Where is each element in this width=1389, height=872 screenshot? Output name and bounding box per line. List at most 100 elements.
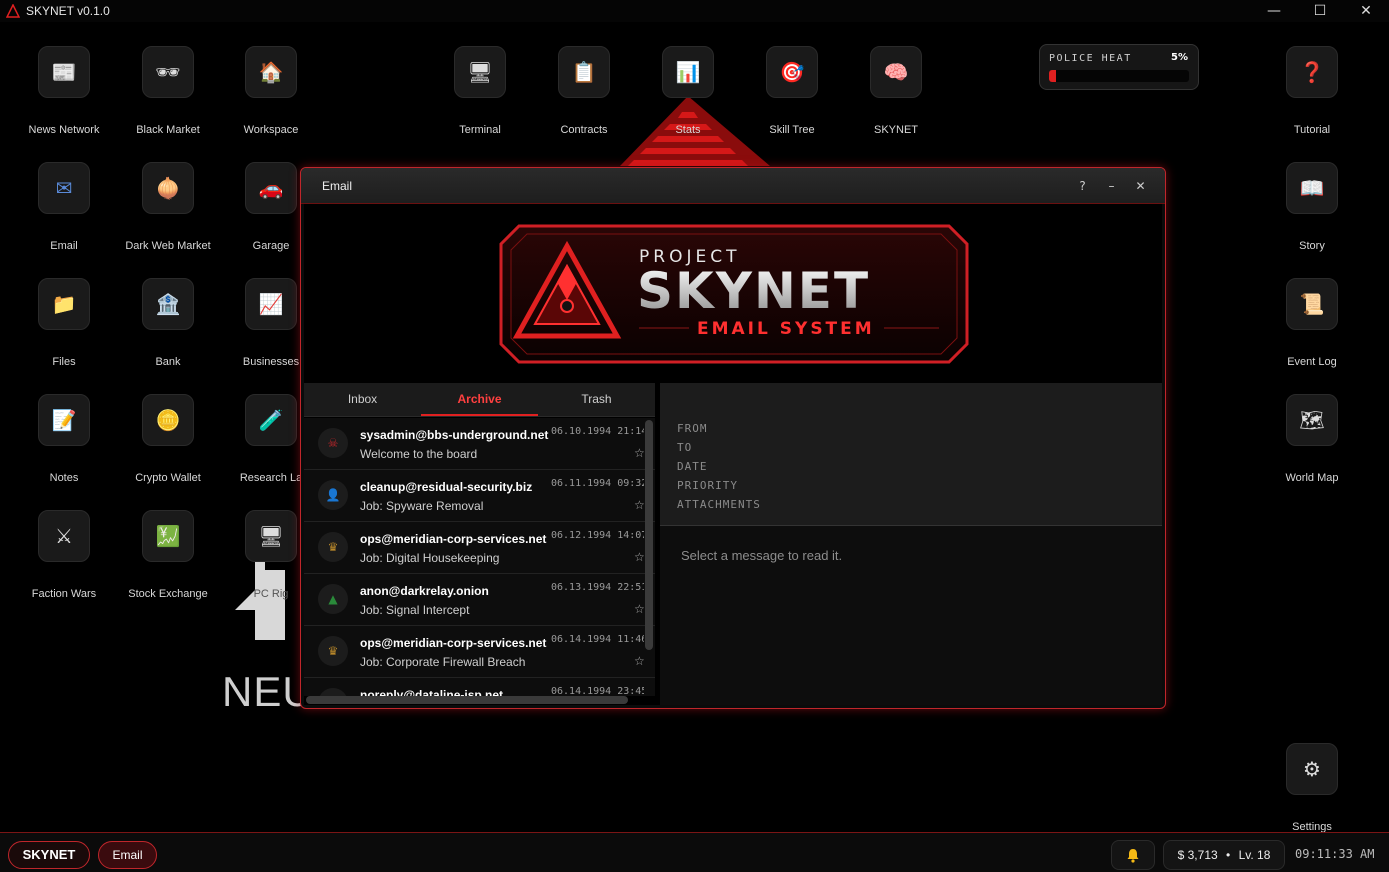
message-detail-pane: FROM TO DATE PRIORITY ATTACHMENTS Select… (660, 383, 1162, 705)
desktop-icon-settings[interactable]: ⚙ Settings (1262, 743, 1362, 833)
close-button[interactable]: ✕ (1343, 0, 1389, 22)
star-icon[interactable]: ☆ (634, 550, 645, 564)
message-list-vertical-scrollbar[interactable] (645, 420, 653, 650)
star-icon[interactable]: ☆ (634, 446, 645, 460)
chart-up-icon: 📈 (245, 278, 297, 330)
message-subject: Job: Digital Housekeeping (360, 551, 500, 565)
star-icon[interactable]: ☆ (634, 654, 645, 668)
desktop-icon-stock-exchange[interactable]: 💹 Stock Exchange (118, 510, 218, 600)
email-window-titlebar[interactable]: Email ? – ✕ (301, 168, 1165, 204)
coin-icon: 🪙 (142, 394, 194, 446)
police-heat-label: POLICE HEAT (1049, 53, 1132, 64)
test-tube-icon: 🧪 (245, 394, 297, 446)
police-heat-bar (1049, 70, 1189, 82)
maximize-button[interactable]: ☐ (1297, 0, 1343, 22)
balance-value: $ 3,713 (1177, 848, 1218, 862)
message-list-horizontal-scrollbar[interactable] (306, 696, 628, 704)
field-date-label: DATE (677, 460, 708, 473)
tab-trash[interactable]: Trash (538, 383, 655, 416)
house-icon: 🏠 (245, 46, 297, 98)
taskbar: SKYNET Email $ 3,713 • Lv. 18 09:11:33 A… (0, 832, 1389, 872)
bar-chart-icon: 📊 (662, 46, 714, 98)
message-row[interactable]: ♛ ops@meridian-corp-services.net Job: Digi… (304, 522, 655, 574)
desktop-icon-event-log[interactable]: 📜 Event Log (1262, 278, 1362, 368)
taskbar-email-app[interactable]: Email (98, 841, 157, 869)
desktop-icon-stats[interactable]: 📊 Stats (638, 46, 738, 136)
tab-archive[interactable]: Archive (421, 383, 538, 416)
desktop-icon-dark-web-market[interactable]: 🧅 Dark Web Market (118, 162, 218, 252)
star-icon[interactable]: ☆ (634, 602, 645, 616)
skynet-email-banner: PROJECT SKYNET EMAIL SYSTEM (499, 224, 969, 364)
desktop-icon-notes[interactable]: 📝 Notes (14, 394, 114, 484)
message-body-placeholder: Select a message to read it. (681, 548, 843, 563)
level-value: Lv. 18 (1238, 848, 1271, 862)
clock: 09:11:33 AM (1295, 847, 1375, 861)
message-date: 06.10.1994 21:14 (551, 426, 644, 437)
desktop-icon-terminal[interactable]: 🖥 Terminal (430, 46, 530, 136)
message-subject: Welcome to the board (360, 447, 478, 461)
crossed-swords-icon: ⚔ (38, 510, 90, 562)
balance-level-display: $ 3,713 • Lv. 18 (1163, 840, 1285, 870)
field-attachments-label: ATTACHMENTS (677, 498, 761, 511)
message-sender: ops@meridian-corp-services.net (360, 636, 547, 650)
desktop-icon-crypto-wallet[interactable]: 🪙 Crypto Wallet (118, 394, 218, 484)
notifications-button[interactable] (1111, 840, 1155, 870)
app-titlebar: SKYNET v0.1.0 — ☐ ✕ (0, 0, 1389, 22)
message-row[interactable]: 👤 cleanup@residual-security.biz Job: Spywa… (304, 470, 655, 522)
tab-inbox[interactable]: Inbox (304, 383, 421, 416)
folder-icon: 📁 (38, 278, 90, 330)
skynet-logo-icon (6, 4, 20, 18)
desktop-icon-tutorial[interactable]: ❓ Tutorial (1262, 46, 1362, 136)
message-row[interactable]: ☠ sysadmin@bbs-underground.net Welcome to … (304, 418, 655, 470)
separator-dot: • (1226, 848, 1231, 862)
mask-icon: 🕶 (142, 46, 194, 98)
onion-icon: 🧅 (142, 162, 194, 214)
desktop-icon-faction-wars[interactable]: ⚔ Faction Wars (14, 510, 114, 600)
message-row[interactable]: ♛ ops@meridian-corp-services.net Job: Corp… (304, 626, 655, 678)
message-sender: noreply@dataline-isp.net (360, 688, 504, 696)
desktop-icon-contracts[interactable]: 📋 Contracts (534, 46, 634, 136)
message-sender: sysadmin@bbs-underground.net (360, 428, 549, 442)
desktop-icon-email[interactable]: ✉ Email (14, 162, 114, 252)
desktop-icon-workspace[interactable]: 🏠 Workspace (221, 46, 321, 136)
message-header-fields: FROM TO DATE PRIORITY ATTACHMENTS (660, 383, 1162, 526)
email-minimize-button[interactable]: – (1097, 179, 1126, 193)
message-date: 06.14.1994 23:45 (551, 686, 644, 696)
desktop-icon-black-market[interactable]: 🕶 Black Market (118, 46, 218, 136)
person-icon: 👤 (318, 480, 348, 510)
newspaper-icon: 📰 (38, 46, 90, 98)
message-row[interactable]: ● noreply@dataline-isp.net 06.14.1994 23:4… (304, 678, 655, 696)
message-date: 06.11.1994 09:32 (551, 478, 644, 489)
email-window: Email ? – ✕ PROJECT SKYNET EMAIL SYSTEM … (300, 167, 1166, 709)
message-sender: ops@meridian-corp-services.net (360, 532, 547, 546)
message-date: 06.13.1994 22:51 (551, 582, 644, 593)
target-icon: 🎯 (766, 46, 818, 98)
star-icon[interactable]: ☆ (634, 498, 645, 512)
message-row[interactable]: ▲ anon@darkrelay.onion Job: Signal Interce… (304, 574, 655, 626)
message-sender: cleanup@residual-security.biz (360, 480, 533, 494)
email-close-button[interactable]: ✕ (1126, 179, 1155, 193)
desktop-icon-bank[interactable]: 🏦 Bank (118, 278, 218, 368)
desktop-icon-skynet[interactable]: 🧠 SKYNET (846, 46, 946, 136)
green-triangle-icon: ▲ (318, 584, 348, 614)
desktop-icon-skill-tree[interactable]: 🎯 Skill Tree (742, 46, 842, 136)
stock-icon: 💹 (142, 510, 194, 562)
email-tabs: Inbox Archive Trash (304, 383, 655, 417)
field-to-label: TO (677, 441, 693, 454)
desktop-icon-files[interactable]: 📁 Files (14, 278, 114, 368)
book-icon: 📖 (1286, 162, 1338, 214)
desktop-icon-news-network[interactable]: 📰 News Network (14, 46, 114, 136)
help-button[interactable]: ? (1068, 179, 1097, 193)
banner-skynet-text: SKYNET (637, 262, 870, 320)
message-date: 06.14.1994 11:46 (551, 634, 644, 645)
field-from-label: FROM (677, 422, 708, 435)
desktop-icon-world-map[interactable]: 🗺 World Map (1262, 394, 1362, 484)
message-subject: Job: Signal Intercept (360, 603, 470, 617)
message-subject: Job: Corporate Firewall Breach (360, 655, 526, 669)
message-date: 06.12.1994 14:07 (551, 530, 644, 541)
email-window-title: Email (322, 178, 353, 193)
minimize-button[interactable]: — (1251, 0, 1297, 22)
field-priority-label: PRIORITY (677, 479, 738, 492)
skynet-start-button[interactable]: SKYNET (8, 841, 90, 869)
desktop-icon-story[interactable]: 📖 Story (1262, 162, 1362, 252)
